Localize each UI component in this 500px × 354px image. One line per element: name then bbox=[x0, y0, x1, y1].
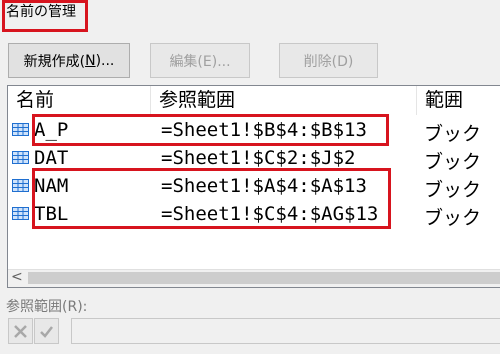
x-icon bbox=[14, 324, 27, 338]
confirm-button[interactable] bbox=[34, 318, 59, 344]
dialog-title: 名前の管理 bbox=[6, 4, 76, 20]
delete-button[interactable]: 削除(D) bbox=[279, 43, 378, 78]
row-refers-to: =Sheet1!$B$4:$B$13 bbox=[161, 119, 367, 141]
new-button-accesskey: N bbox=[85, 52, 96, 69]
list-item[interactable]: NAM =Sheet1!$A$4:$A$13 ブック bbox=[8, 172, 500, 201]
table-name-icon bbox=[12, 123, 29, 136]
names-list[interactable]: 名前 参照範囲 範囲 A_P =Sheet1!$B$4:$B$13 ブック DA… bbox=[7, 85, 500, 288]
new-button[interactable]: 新規作成(N)... bbox=[8, 43, 130, 78]
horizontal-scrollbar[interactable]: < bbox=[8, 269, 500, 287]
edit-button-label: 編集(E)... bbox=[169, 53, 231, 70]
row-refers-to: =Sheet1!$C$2:$J$2 bbox=[161, 147, 356, 169]
check-icon bbox=[40, 325, 53, 338]
column-header-refers-to[interactable]: 参照範囲 bbox=[151, 86, 417, 115]
refers-to-input[interactable] bbox=[71, 318, 500, 344]
row-scope: ブック bbox=[424, 123, 482, 145]
delete-button-label: 削除(D) bbox=[303, 53, 354, 70]
refers-to-label: 参照範囲(R): bbox=[6, 299, 88, 315]
column-header-scope[interactable]: 範囲 bbox=[417, 86, 500, 115]
row-name: TBL bbox=[34, 203, 69, 225]
row-name: DAT bbox=[34, 147, 69, 169]
new-button-suffix: )... bbox=[95, 52, 115, 69]
row-scope: ブック bbox=[424, 151, 482, 173]
column-header-name[interactable]: 名前 bbox=[8, 86, 151, 115]
table-name-icon bbox=[12, 207, 29, 220]
row-refers-to: =Sheet1!$C$4:$AG$13 bbox=[161, 203, 379, 225]
row-name: NAM bbox=[34, 175, 69, 197]
edit-button[interactable]: 編集(E)... bbox=[150, 43, 250, 78]
row-name: A_P bbox=[34, 119, 69, 141]
row-scope: ブック bbox=[424, 179, 482, 201]
list-item[interactable]: DAT =Sheet1!$C$2:$J$2 ブック bbox=[8, 144, 500, 173]
list-item[interactable]: TBL =Sheet1!$C$4:$AG$13 ブック bbox=[8, 200, 500, 229]
table-name-icon bbox=[12, 151, 29, 164]
new-button-label: 新規作成( bbox=[23, 53, 86, 70]
table-name-icon bbox=[12, 179, 29, 192]
cancel-button[interactable] bbox=[8, 318, 33, 344]
scroll-left-arrow[interactable]: < bbox=[11, 269, 23, 285]
list-item[interactable]: A_P =Sheet1!$B$4:$B$13 ブック bbox=[8, 116, 500, 145]
row-scope: ブック bbox=[424, 207, 482, 229]
scrollbar-thumb[interactable] bbox=[28, 272, 500, 284]
row-refers-to: =Sheet1!$A$4:$A$13 bbox=[161, 175, 367, 197]
